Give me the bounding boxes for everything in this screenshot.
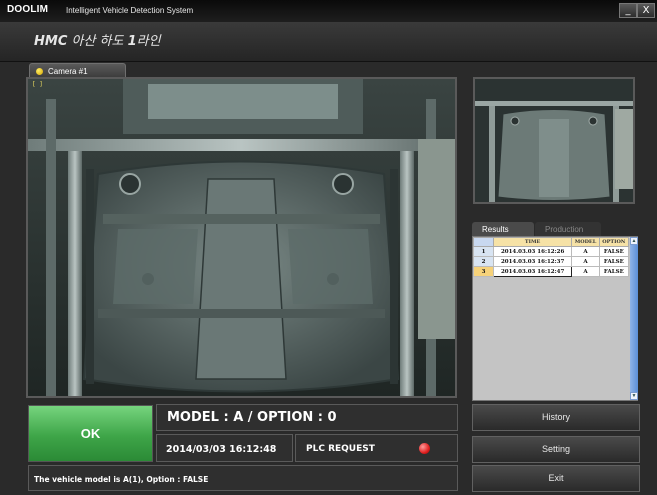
plc-request-status: PLC REQUEST	[295, 434, 458, 462]
plc-led-icon	[419, 443, 430, 454]
app-window: DOOLIM Intelligent Vehicle Detection Sys…	[0, 0, 657, 495]
row-model[interactable]: A	[571, 266, 600, 277]
column-header-model[interactable]: MODEL	[571, 237, 600, 247]
tab-results[interactable]: Results	[472, 222, 534, 236]
results-tab-bar: Results Production	[472, 222, 637, 236]
row-option[interactable]: FALSE	[598, 266, 630, 277]
vehicle-body-image	[28, 79, 455, 396]
status-message: The vehicle model is A(1), Option : FALS…	[28, 465, 458, 491]
title-bar: DOOLIM Intelligent Vehicle Detection Sys…	[0, 0, 657, 22]
brand-logo: DOOLIM	[7, 4, 49, 15]
header: HMC 아산 하도 1라인	[0, 22, 657, 62]
line-title: HMC 아산 하도 1라인	[34, 30, 161, 49]
row-time[interactable]: 2014.03.03 16:12:47	[492, 266, 573, 277]
table-header-row: TIME MODEL OPTION	[473, 237, 630, 247]
plc-request-label: PLC REQUEST	[306, 444, 375, 454]
tab-camera-1[interactable]: Camera #1	[29, 63, 126, 78]
line-number: 1	[127, 34, 137, 49]
table-row[interactable]: 1 2014.03.03 16:12:26 A FALSE	[473, 246, 630, 257]
camera-overlay-text: [ ]	[32, 81, 43, 88]
camera-tab-bar: Camera #1	[26, 63, 457, 78]
row-model[interactable]: A	[571, 256, 600, 267]
row-time[interactable]: 2014.03.03 16:12:37	[492, 256, 573, 267]
camera-view: [ ]	[26, 77, 457, 398]
results-panel: TIME MODEL OPTION 1 2014.03.03 16:12:26 …	[472, 236, 638, 401]
thumbnail-image	[475, 79, 633, 202]
camera-tab-label: Camera #1	[48, 67, 88, 76]
camera-status-dot-icon	[36, 68, 43, 75]
model-option-display: MODEL : A / OPTION : 0	[156, 404, 458, 431]
line-prefix: HMC	[34, 34, 68, 49]
app-subtitle: Intelligent Vehicle Detection System	[66, 6, 194, 15]
results-scrollbar[interactable]: ▲ ▼	[630, 237, 638, 400]
row-number: 2	[473, 256, 494, 267]
row-option[interactable]: FALSE	[598, 256, 630, 267]
scroll-down-icon[interactable]: ▼	[630, 392, 638, 400]
column-header-option[interactable]: OPTION	[598, 237, 630, 247]
table-row[interactable]: 2 2014.03.03 16:12:37 A FALSE	[473, 256, 630, 267]
line-name: 아산 하도	[71, 34, 124, 49]
datetime-display: 2014/03/03 16:12:48	[156, 434, 293, 462]
row-option[interactable]: FALSE	[598, 246, 630, 257]
row-number: 3	[473, 266, 494, 277]
tab-production[interactable]: Production	[535, 222, 601, 236]
line-suffix: 라인	[136, 34, 161, 49]
scroll-up-icon[interactable]: ▲	[630, 237, 638, 245]
history-button[interactable]: History	[472, 404, 640, 431]
row-number: 1	[473, 246, 494, 257]
close-button[interactable]: X	[637, 3, 655, 18]
row-time[interactable]: 2014.03.03 16:12:26	[492, 246, 573, 257]
exit-button[interactable]: Exit	[472, 465, 640, 492]
results-table: TIME MODEL OPTION 1 2014.03.03 16:12:26 …	[473, 237, 630, 277]
table-row-selected[interactable]: 3 2014.03.03 16:12:47 A FALSE	[473, 266, 630, 277]
table-corner	[473, 237, 494, 247]
row-model[interactable]: A	[571, 246, 600, 257]
column-header-time[interactable]: TIME	[492, 237, 573, 247]
ok-status-indicator: OK	[28, 405, 153, 462]
camera-thumbnail[interactable]	[473, 77, 635, 204]
minimize-button[interactable]: _	[619, 3, 637, 18]
setting-button[interactable]: Setting	[472, 436, 640, 463]
